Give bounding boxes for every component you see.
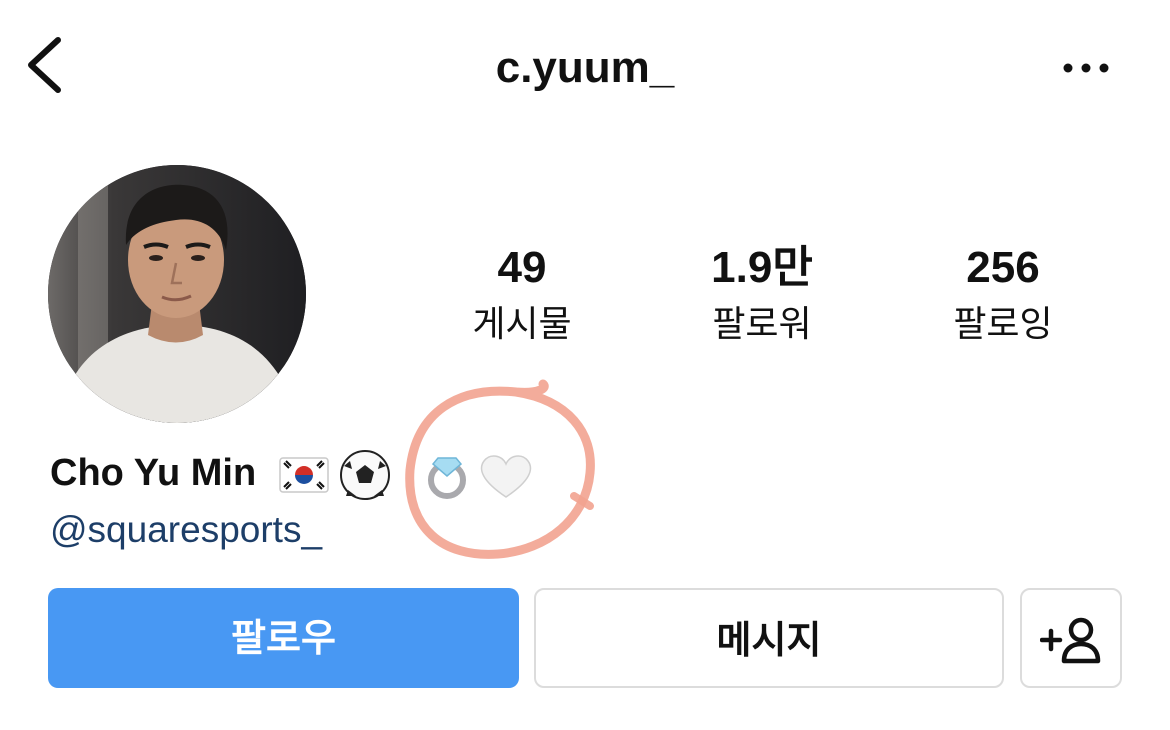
profile-display-name: Cho Yu Min: [50, 452, 257, 494]
followers-count[interactable]: 1.9만 팔로워: [652, 240, 872, 350]
bio-mention-link[interactable]: @squaresports_: [50, 506, 322, 554]
following-count-label: 팔로잉: [953, 304, 1053, 345]
suggested-users-button[interactable]: [1020, 588, 1122, 688]
soccer-ball-icon: [340, 450, 390, 500]
korea-flag-icon: [279, 457, 329, 493]
bio-emojis: [279, 450, 532, 500]
followers-count-value: 1.9만: [711, 243, 813, 292]
posts-count-value: 49: [497, 243, 547, 292]
posts-count[interactable]: 49 게시물: [412, 240, 632, 350]
add-user-icon: [1040, 617, 1101, 664]
avatar-photo: [48, 165, 306, 423]
top-nav-bar: c.yuum_: [0, 0, 1170, 140]
more-options-button[interactable]: [1056, 48, 1116, 88]
following-count[interactable]: 256 팔로잉: [893, 240, 1113, 350]
profile-avatar[interactable]: [48, 165, 306, 423]
followers-count-label: 팔로워: [712, 304, 812, 345]
white-heart-icon: [480, 455, 532, 498]
following-count-value: 256: [966, 243, 1040, 292]
profile-username-title: c.yuum_: [495, 43, 675, 92]
follow-button[interactable]: 팔로우: [48, 588, 519, 688]
posts-count-label: 게시물: [472, 304, 572, 345]
message-button[interactable]: 메시지: [534, 588, 1004, 688]
ring-icon: [428, 457, 466, 499]
more-horizontal-icon: [1063, 63, 1109, 73]
